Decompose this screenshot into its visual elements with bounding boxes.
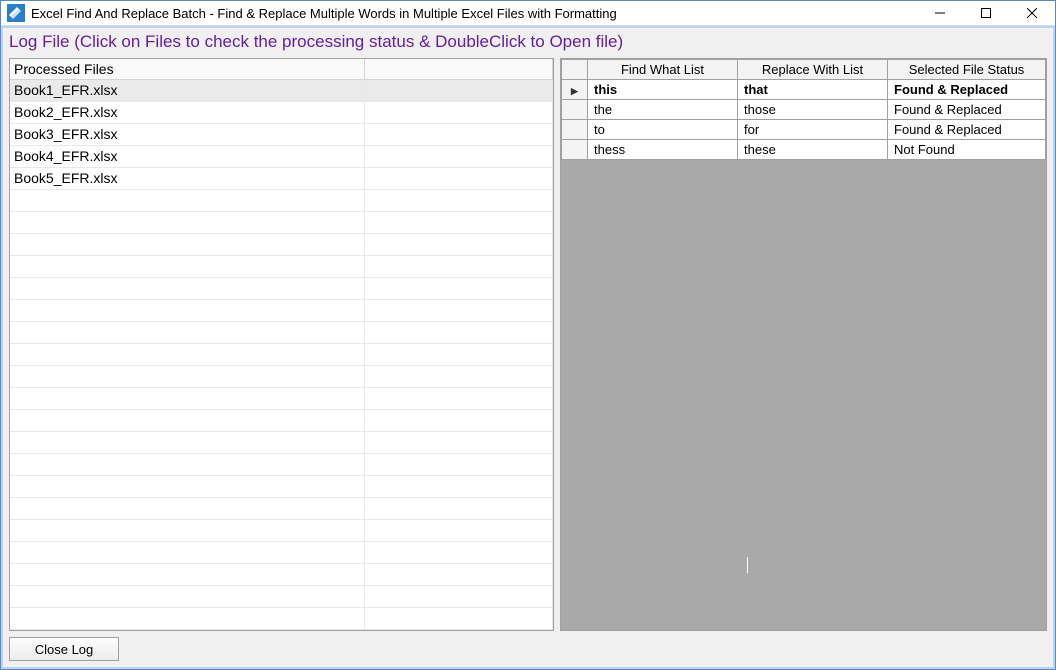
results-cell-status[interactable]: Not Found — [888, 140, 1046, 160]
titlebar[interactable]: Excel Find And Replace Batch - Find & Re… — [1, 1, 1055, 26]
results-cell-status[interactable]: Found & Replaced — [888, 80, 1046, 100]
file-row-empty[interactable] — [10, 520, 553, 542]
file-blank-cell — [365, 146, 553, 167]
window-controls — [917, 1, 1055, 25]
results-cell-replace[interactable]: that — [738, 80, 888, 100]
file-row-empty[interactable] — [10, 278, 553, 300]
processed-files-header-blank — [365, 59, 553, 79]
file-row-empty[interactable] — [10, 300, 553, 322]
results-grid[interactable]: Find What List Replace With List Selecte… — [560, 58, 1047, 631]
results-cell-status[interactable]: Found & Replaced — [888, 120, 1046, 140]
close-log-button[interactable]: Close Log — [9, 637, 119, 661]
processed-files-panel: Processed Files Book1_EFR.xlsxBook2_EFR.… — [9, 58, 554, 631]
results-rowheader-blank — [562, 60, 588, 80]
log-header: Log File (Click on Files to check the pr… — [3, 28, 1053, 54]
results-table: Find What List Replace With List Selecte… — [561, 59, 1046, 160]
results-cell-find[interactable]: to — [588, 120, 738, 140]
results-row-header[interactable] — [562, 100, 588, 120]
results-row[interactable]: toforFound & Replaced — [562, 120, 1046, 140]
results-cell-replace[interactable]: for — [738, 120, 888, 140]
file-row-empty[interactable] — [10, 608, 553, 630]
col-replace-header[interactable]: Replace With List — [738, 60, 888, 80]
close-button[interactable] — [1009, 1, 1055, 25]
file-row-empty[interactable] — [10, 476, 553, 498]
file-row-empty[interactable] — [10, 366, 553, 388]
file-name-cell: Book5_EFR.xlsx — [10, 168, 365, 189]
file-row-empty[interactable] — [10, 410, 553, 432]
file-row-empty[interactable] — [10, 344, 553, 366]
file-row[interactable]: Book5_EFR.xlsx — [10, 168, 553, 190]
file-row-empty[interactable] — [10, 322, 553, 344]
file-row-empty[interactable] — [10, 586, 553, 608]
file-row[interactable]: Book2_EFR.xlsx — [10, 102, 553, 124]
app-icon — [7, 4, 25, 22]
results-cell-find[interactable]: thess — [588, 140, 738, 160]
file-row-empty[interactable] — [10, 234, 553, 256]
file-name-cell: Book3_EFR.xlsx — [10, 124, 365, 145]
results-cell-find[interactable]: the — [588, 100, 738, 120]
results-cell-replace[interactable]: those — [738, 100, 888, 120]
window-title: Excel Find And Replace Batch - Find & Re… — [31, 6, 917, 21]
results-cell-replace[interactable]: these — [738, 140, 888, 160]
processed-files-grid[interactable]: Processed Files Book1_EFR.xlsxBook2_EFR.… — [9, 58, 554, 631]
file-row-empty[interactable] — [10, 542, 553, 564]
results-row[interactable]: thisthatFound & Replaced — [562, 80, 1046, 100]
file-row-empty[interactable] — [10, 388, 553, 410]
processed-files-body: Book1_EFR.xlsxBook2_EFR.xlsxBook3_EFR.xl… — [10, 80, 553, 630]
file-name-cell: Book2_EFR.xlsx — [10, 102, 365, 123]
file-blank-cell — [365, 168, 553, 189]
file-row[interactable]: Book4_EFR.xlsx — [10, 146, 553, 168]
file-row[interactable]: Book1_EFR.xlsx — [10, 80, 553, 102]
results-cell-find[interactable]: this — [588, 80, 738, 100]
results-row[interactable]: thethoseFound & Replaced — [562, 100, 1046, 120]
col-status-header[interactable]: Selected File Status — [888, 60, 1046, 80]
processed-files-header-row: Processed Files — [10, 59, 553, 80]
text-caret — [747, 557, 748, 573]
results-row-header[interactable] — [562, 80, 588, 100]
file-row-empty[interactable] — [10, 212, 553, 234]
file-row-empty[interactable] — [10, 498, 553, 520]
col-find-header[interactable]: Find What List — [588, 60, 738, 80]
minimize-button[interactable] — [917, 1, 963, 25]
client-area: Log File (Click on Files to check the pr… — [1, 26, 1055, 669]
processed-files-header[interactable]: Processed Files — [10, 59, 365, 79]
file-blank-cell — [365, 80, 553, 101]
results-row-header[interactable] — [562, 120, 588, 140]
file-name-cell: Book1_EFR.xlsx — [10, 80, 365, 101]
file-row-empty[interactable] — [10, 564, 553, 586]
file-row[interactable]: Book3_EFR.xlsx — [10, 124, 553, 146]
results-panel: Find What List Replace With List Selecte… — [560, 58, 1047, 631]
app-window: Excel Find And Replace Batch - Find & Re… — [0, 0, 1056, 670]
file-row-empty[interactable] — [10, 454, 553, 476]
file-row-empty[interactable] — [10, 432, 553, 454]
button-bar: Close Log — [3, 631, 1053, 667]
results-row-header[interactable] — [562, 140, 588, 160]
panels: Processed Files Book1_EFR.xlsxBook2_EFR.… — [3, 54, 1053, 631]
file-name-cell: Book4_EFR.xlsx — [10, 146, 365, 167]
file-row-empty[interactable] — [10, 256, 553, 278]
results-cell-status[interactable]: Found & Replaced — [888, 100, 1046, 120]
file-blank-cell — [365, 102, 553, 123]
maximize-button[interactable] — [963, 1, 1009, 25]
results-header-row: Find What List Replace With List Selecte… — [562, 60, 1046, 80]
file-row-empty[interactable] — [10, 190, 553, 212]
file-blank-cell — [365, 124, 553, 145]
results-row[interactable]: thesstheseNot Found — [562, 140, 1046, 160]
